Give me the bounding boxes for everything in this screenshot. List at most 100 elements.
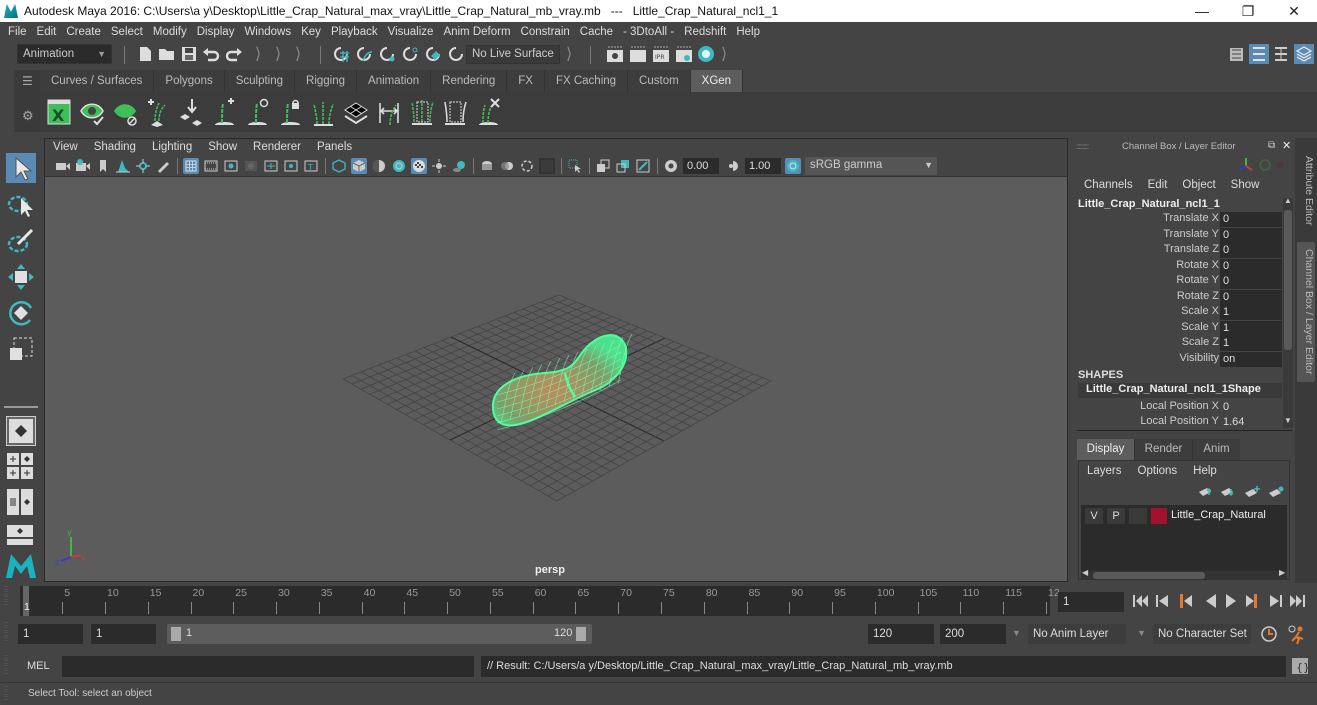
channel-row[interactable]: Rotate X0 [1072, 258, 1282, 274]
xgen-editor-icon[interactable]: X [46, 97, 73, 127]
playback-start-field[interactable]: 1 [91, 624, 156, 644]
playback-end-field[interactable]: 120 [868, 624, 934, 644]
grid-toggle-icon[interactable] [183, 158, 199, 174]
motion-blur-icon[interactable] [499, 158, 515, 174]
menu-create[interactable]: Create [66, 26, 101, 38]
channel-box-layer-editor-tab[interactable]: Channel Box / Layer Editor [1297, 242, 1315, 382]
channel-value[interactable]: 0 [1220, 400, 1282, 415]
render-view-icon[interactable] [606, 45, 624, 63]
channel-box-scrollbar[interactable]: ▲ ▼ [1283, 196, 1293, 428]
depth-of-field-icon[interactable] [539, 158, 555, 174]
render-frame-icon[interactable] [629, 45, 647, 63]
render-settings-icon[interactable] [675, 45, 693, 63]
menu-set-dropdown[interactable]: Animation ▼ [17, 44, 112, 64]
shelf-tab-curves-surfaces[interactable]: Curves / Surfaces [40, 70, 155, 92]
xray-joints-icon[interactable] [635, 158, 651, 174]
2d-pan-zoom-icon[interactable] [135, 158, 151, 174]
make-live-icon[interactable] [447, 45, 465, 63]
menu-constrain[interactable]: Constrain [521, 26, 570, 38]
sculpt-guide-icon[interactable] [244, 97, 271, 127]
drag-handle[interactable]: :::::::: [4, 654, 16, 677]
select-camera-icon[interactable] [55, 158, 71, 174]
menu-anim-deform[interactable]: Anim Deform [443, 26, 510, 38]
channel-value[interactable]: 0 [1220, 258, 1282, 274]
lasso-tool-button[interactable] [6, 190, 36, 220]
density-icon[interactable] [343, 97, 370, 127]
go-to-start-icon[interactable] [1133, 595, 1148, 607]
menu-select[interactable]: Select [111, 26, 143, 38]
safe-title-icon[interactable]: T [303, 158, 319, 174]
channel-value[interactable]: 0 [1220, 243, 1282, 258]
delete-guide-icon[interactable] [475, 97, 502, 127]
lock-guide-icon[interactable] [277, 97, 304, 127]
add-collection-icon[interactable] [145, 97, 172, 127]
layer-tab-display[interactable]: Display [1077, 439, 1134, 460]
hypershade-icon[interactable] [697, 45, 715, 63]
two-pane-layout-button[interactable] [6, 488, 36, 518]
edit-menu[interactable]: Edit [1148, 179, 1168, 191]
xray-icon[interactable] [595, 158, 611, 174]
isolate-select-icon[interactable] [567, 158, 583, 174]
viewport-menu-shading[interactable]: Shading [94, 141, 136, 153]
play-backwards-icon[interactable] [1206, 594, 1216, 608]
channel-value[interactable]: 0 [1220, 289, 1282, 305]
layer-name[interactable]: Little_Crap_Natural [1171, 509, 1266, 521]
channel-row[interactable]: Scale Y1 [1072, 320, 1282, 336]
guide-to-curve-icon[interactable] [409, 97, 436, 127]
channel-value[interactable]: 1 [1220, 305, 1282, 320]
layer-tab-anim[interactable]: Anim [1192, 439, 1240, 460]
character-set-chevron-icon[interactable]: ▼ [1137, 628, 1146, 638]
scale-tool-button[interactable] [6, 334, 36, 364]
menu-playback[interactable]: Playback [331, 26, 378, 38]
snap-to-grid-icon[interactable] [332, 45, 350, 63]
xgen-preview-icon[interactable] [79, 97, 106, 127]
menu-windows[interactable]: Windows [244, 26, 291, 38]
textured-icon[interactable] [411, 158, 427, 174]
shelf-tab-animation[interactable]: Animation [357, 70, 432, 92]
channel-value[interactable]: 0 [1220, 274, 1282, 289]
menu-cache[interactable]: Cache [580, 26, 613, 38]
channel-value[interactable]: on [1220, 351, 1282, 367]
gate-mask-icon[interactable] [243, 158, 259, 174]
new-scene-icon[interactable] [138, 46, 152, 62]
shelf-tab-polygons[interactable]: Polygons [154, 70, 225, 92]
import-description-icon[interactable] [178, 97, 205, 127]
move-layer-down-icon[interactable] [1221, 488, 1234, 497]
layers-menu[interactable]: Layers [1087, 465, 1122, 477]
xray-active-components-icon[interactable] [615, 158, 631, 174]
snap-to-projected-center-icon[interactable] [401, 45, 419, 63]
range-end-handle[interactable] [576, 627, 586, 641]
shelf-settings-gear-icon[interactable]: ⚙ [22, 108, 34, 124]
film-gate-icon[interactable] [203, 158, 219, 174]
resolution-gate-icon[interactable] [223, 158, 239, 174]
select-tool-button[interactable] [6, 153, 36, 183]
channel-box-toggle-icon[interactable] [1294, 44, 1314, 64]
channel-row[interactable]: Scale X1 [1072, 305, 1282, 320]
menu-modify[interactable]: Modify [153, 26, 187, 38]
animation-start-field[interactable]: 1 [18, 624, 83, 644]
grease-pencil-icon[interactable] [155, 158, 171, 174]
move-layer-up-icon[interactable] [1199, 487, 1212, 496]
menu-file[interactable]: File [8, 26, 27, 38]
length-icon[interactable] [376, 97, 403, 127]
current-frame-field[interactable]: 1 [1058, 592, 1124, 612]
script-editor-icon[interactable]: {} [1291, 657, 1309, 675]
channel-row[interactable]: Local Position Y 1.64 [1072, 415, 1282, 430]
camera-attributes-icon[interactable] [75, 158, 91, 174]
maximize-button[interactable]: ❐ [1225, 0, 1271, 22]
step-forward-frame-icon[interactable] [1270, 595, 1282, 607]
shelf-menu-icon[interactable]: ☰ [22, 74, 33, 88]
shelf-tab-fx-caching[interactable]: FX Caching [544, 70, 629, 92]
drag-handle[interactable]: :::::::: [4, 585, 16, 616]
paint-select-tool-button[interactable] [6, 226, 36, 256]
channel-row[interactable]: Visibility on [1072, 351, 1282, 367]
play-forwards-icon[interactable] [1226, 594, 1236, 608]
menu-3dtoall[interactable]: - 3DtoAll - [623, 26, 674, 38]
drag-handle[interactable]: :::::::: [4, 621, 16, 646]
attribute-editor-toggle-icon[interactable] [1249, 44, 1269, 64]
single-perspective-layout-button[interactable] [6, 416, 36, 446]
channel-value[interactable]: 1 [1220, 336, 1282, 351]
bookmark-icon[interactable] [95, 158, 111, 174]
channel-row[interactable]: Translate Y0 [1072, 227, 1282, 243]
layer-playback-toggle[interactable]: P [1107, 508, 1125, 524]
